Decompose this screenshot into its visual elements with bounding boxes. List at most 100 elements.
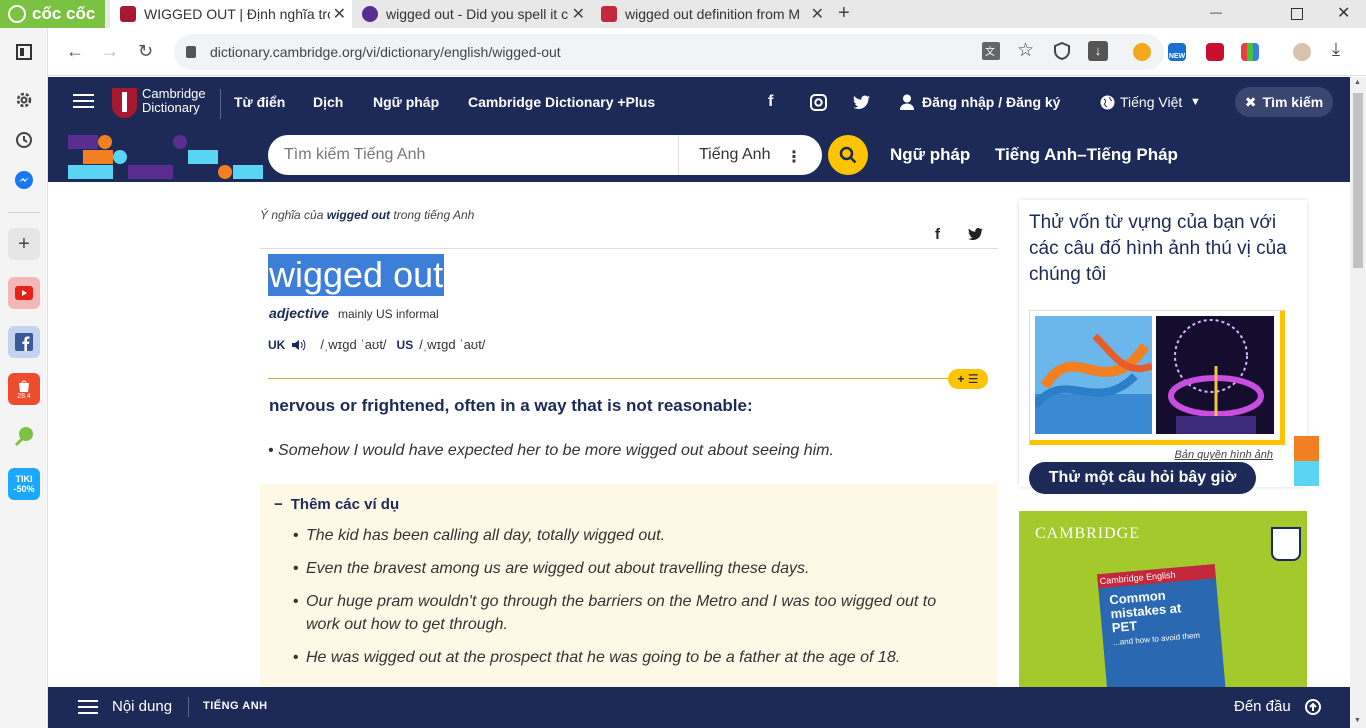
language-label: TIẾNG ANH xyxy=(203,700,268,712)
share-twitter-icon[interactable] xyxy=(968,228,983,240)
share-facebook-icon[interactable]: f xyxy=(935,226,940,243)
close-tab-icon[interactable]: ✕ xyxy=(572,4,585,24)
profile-avatar[interactable] xyxy=(1293,43,1311,61)
language-select[interactable]: Tiếng Việt xyxy=(1120,94,1182,110)
dictionary-select[interactable]: Tiếng Anh ⋮ xyxy=(678,135,822,175)
usage-label: mainly US informal xyxy=(338,307,439,321)
settings-icon[interactable] xyxy=(8,84,40,116)
shield-icon[interactable] xyxy=(1054,42,1070,60)
extension-colors-icon[interactable] xyxy=(1241,43,1259,61)
ad-book-title: Common mistakes at PET xyxy=(1108,587,1182,636)
advertisement[interactable]: CAMBRIDGE Cambridge English Common mista… xyxy=(1019,511,1307,687)
scroll-up-icon[interactable]: ▲ xyxy=(1354,79,1361,86)
more-examples-title: Thêm các ví dụ xyxy=(290,496,400,513)
add-to-wordlist-button[interactable]: + ☰ xyxy=(948,369,988,389)
coccoc-logo[interactable]: cốc cốc xyxy=(0,0,105,28)
extension-chrome-icon[interactable] xyxy=(1133,43,1151,61)
add-app-icon[interactable]: + xyxy=(8,228,40,260)
try-quiz-button[interactable]: Thử một câu hỏi bây giờ xyxy=(1029,462,1256,494)
download-icon[interactable]: ⤓ xyxy=(1332,39,1340,60)
more-examples-toggle[interactable]: − Thêm các ví dụ xyxy=(274,496,399,513)
download-manager-icon[interactable]: ↓ xyxy=(1088,41,1108,61)
more-options-icon[interactable]: ⋮ xyxy=(786,147,802,167)
decor-shape xyxy=(68,165,113,179)
definition-divider xyxy=(268,378,988,379)
arrow-up-icon[interactable] xyxy=(1305,699,1321,715)
scroll-down-icon[interactable]: ▼ xyxy=(1354,717,1361,724)
cambridge-shield-icon[interactable] xyxy=(112,88,137,118)
translate-icon[interactable]: 文 xyxy=(982,42,1000,60)
restore-icon[interactable] xyxy=(1291,8,1303,20)
shopee-badge: 28.4 xyxy=(17,392,31,400)
history-icon[interactable] xyxy=(8,124,40,156)
tab-macmillan[interactable]: wigged out definition from M ✕ xyxy=(591,0,830,28)
search-button[interactable] xyxy=(828,135,868,175)
reload-icon[interactable]: ↻ xyxy=(138,41,153,62)
search-input[interactable] xyxy=(268,146,678,164)
extension-new-icon[interactable]: NEW xyxy=(1168,43,1186,61)
search-toggle-button[interactable]: ✖ Tìm kiếm xyxy=(1235,87,1333,117)
tab-title: wigged out - Did you spell it c xyxy=(386,6,569,22)
page-scrollbar[interactable]: ▲ ▼ xyxy=(1350,77,1366,728)
tab-title: wigged out definition from M xyxy=(625,6,801,22)
messenger-icon[interactable] xyxy=(8,164,40,196)
grammar-link[interactable]: Ngữ pháp xyxy=(890,145,970,165)
contents-menu-icon[interactable] xyxy=(78,700,98,714)
nav-grammar[interactable]: Ngữ pháp xyxy=(373,94,439,110)
minimize-icon[interactable]: ― xyxy=(1210,5,1222,19)
sidebar-divider xyxy=(8,212,40,213)
nav-dictionary[interactable]: Từ điển xyxy=(234,94,285,110)
back-icon[interactable]: ← xyxy=(66,41,84,62)
url-text[interactable]: dictionary.cambridge.org/vi/dictionary/e… xyxy=(210,44,561,60)
bottom-bar: Nội dung TIẾNG ANH Đến đầu xyxy=(48,687,1350,728)
youtube-icon[interactable] xyxy=(8,277,40,309)
back-to-top-button[interactable]: Đến đầu xyxy=(1234,698,1291,715)
us-ipa: /ˌwɪɡd ˈaʊt/ xyxy=(419,337,486,352)
bookmark-star-icon[interactable]: ☆ xyxy=(1017,39,1034,62)
window-close-icon[interactable]: ✕ xyxy=(1337,3,1350,23)
close-tab-icon[interactable]: ✕ xyxy=(333,4,346,24)
list-item: He was wigged out at the prospect that h… xyxy=(293,646,963,669)
ferris-wheel-image[interactable] xyxy=(1156,316,1274,434)
waterslide-image[interactable] xyxy=(1035,316,1152,434)
nav-translate[interactable]: Dịch xyxy=(313,94,343,110)
leaf-app-icon[interactable] xyxy=(8,420,40,452)
list-item: Our huge pram wouldn't go through the ba… xyxy=(293,590,963,636)
twitter-icon[interactable] xyxy=(853,95,870,109)
close-icon: ✖ xyxy=(1244,93,1257,110)
facebook-icon[interactable]: f xyxy=(768,93,773,111)
login-link[interactable]: Đăng nhập / Đăng ký xyxy=(922,94,1060,110)
definition: nervous or frightened, often in a way th… xyxy=(269,396,753,415)
site-header: Cambridge Dictionary Từ điển Dịch Ngữ ph… xyxy=(48,77,1350,129)
nav-plus[interactable]: Cambridge Dictionary +Plus xyxy=(468,94,655,110)
panel-toggle-icon[interactable] xyxy=(8,36,40,68)
instagram-icon[interactable] xyxy=(810,94,827,111)
extension-red-icon[interactable] xyxy=(1206,43,1224,61)
cambridge-logo[interactable]: Cambridge Dictionary xyxy=(142,87,212,115)
cambridge-favicon-icon xyxy=(120,6,136,22)
svg-text:文: 文 xyxy=(985,45,995,58)
shopee-icon[interactable]: 28.4 xyxy=(8,373,40,405)
forward-icon[interactable]: → xyxy=(101,41,119,62)
quiz-heading: Thử vốn từ vựng của bạn với các câu đố h… xyxy=(1029,212,1287,285)
tab-spell[interactable]: wigged out - Did you spell it c ✕ xyxy=(352,0,591,28)
coccoc-logo-icon xyxy=(8,5,26,23)
coccoc-logo-label: cốc cốc xyxy=(32,4,96,23)
uk-audio-icon[interactable] xyxy=(291,339,306,351)
list-item: The kid has been calling all day, totall… xyxy=(293,524,963,547)
tab-bar: WIGGED OUT | Định nghĩa tro ✕ wigged out… xyxy=(105,0,1366,28)
menu-icon[interactable] xyxy=(73,94,94,108)
tiki-icon[interactable]: TIKI -50% xyxy=(8,468,40,500)
close-tab-icon[interactable]: ✕ xyxy=(811,4,824,24)
new-tab-button[interactable]: + xyxy=(838,2,850,25)
scrollbar-thumb[interactable] xyxy=(1353,93,1363,268)
tab-cambridge[interactable]: WIGGED OUT | Định nghĩa tro ✕ xyxy=(110,0,352,28)
english-french-link[interactable]: Tiếng Anh–Tiếng Pháp xyxy=(995,145,1178,165)
url-bar[interactable]: dictionary.cambridge.org/vi/dictionary/e… xyxy=(174,34,1164,70)
facebook-icon[interactable] xyxy=(8,326,40,358)
contents-button[interactable]: Nội dung xyxy=(112,698,172,715)
part-of-speech: adjective xyxy=(269,305,329,321)
headword: wigged out xyxy=(268,254,445,296)
image-copyright-link[interactable]: Bản quyền hình ảnh xyxy=(1175,449,1273,461)
bottom-divider xyxy=(188,697,189,717)
